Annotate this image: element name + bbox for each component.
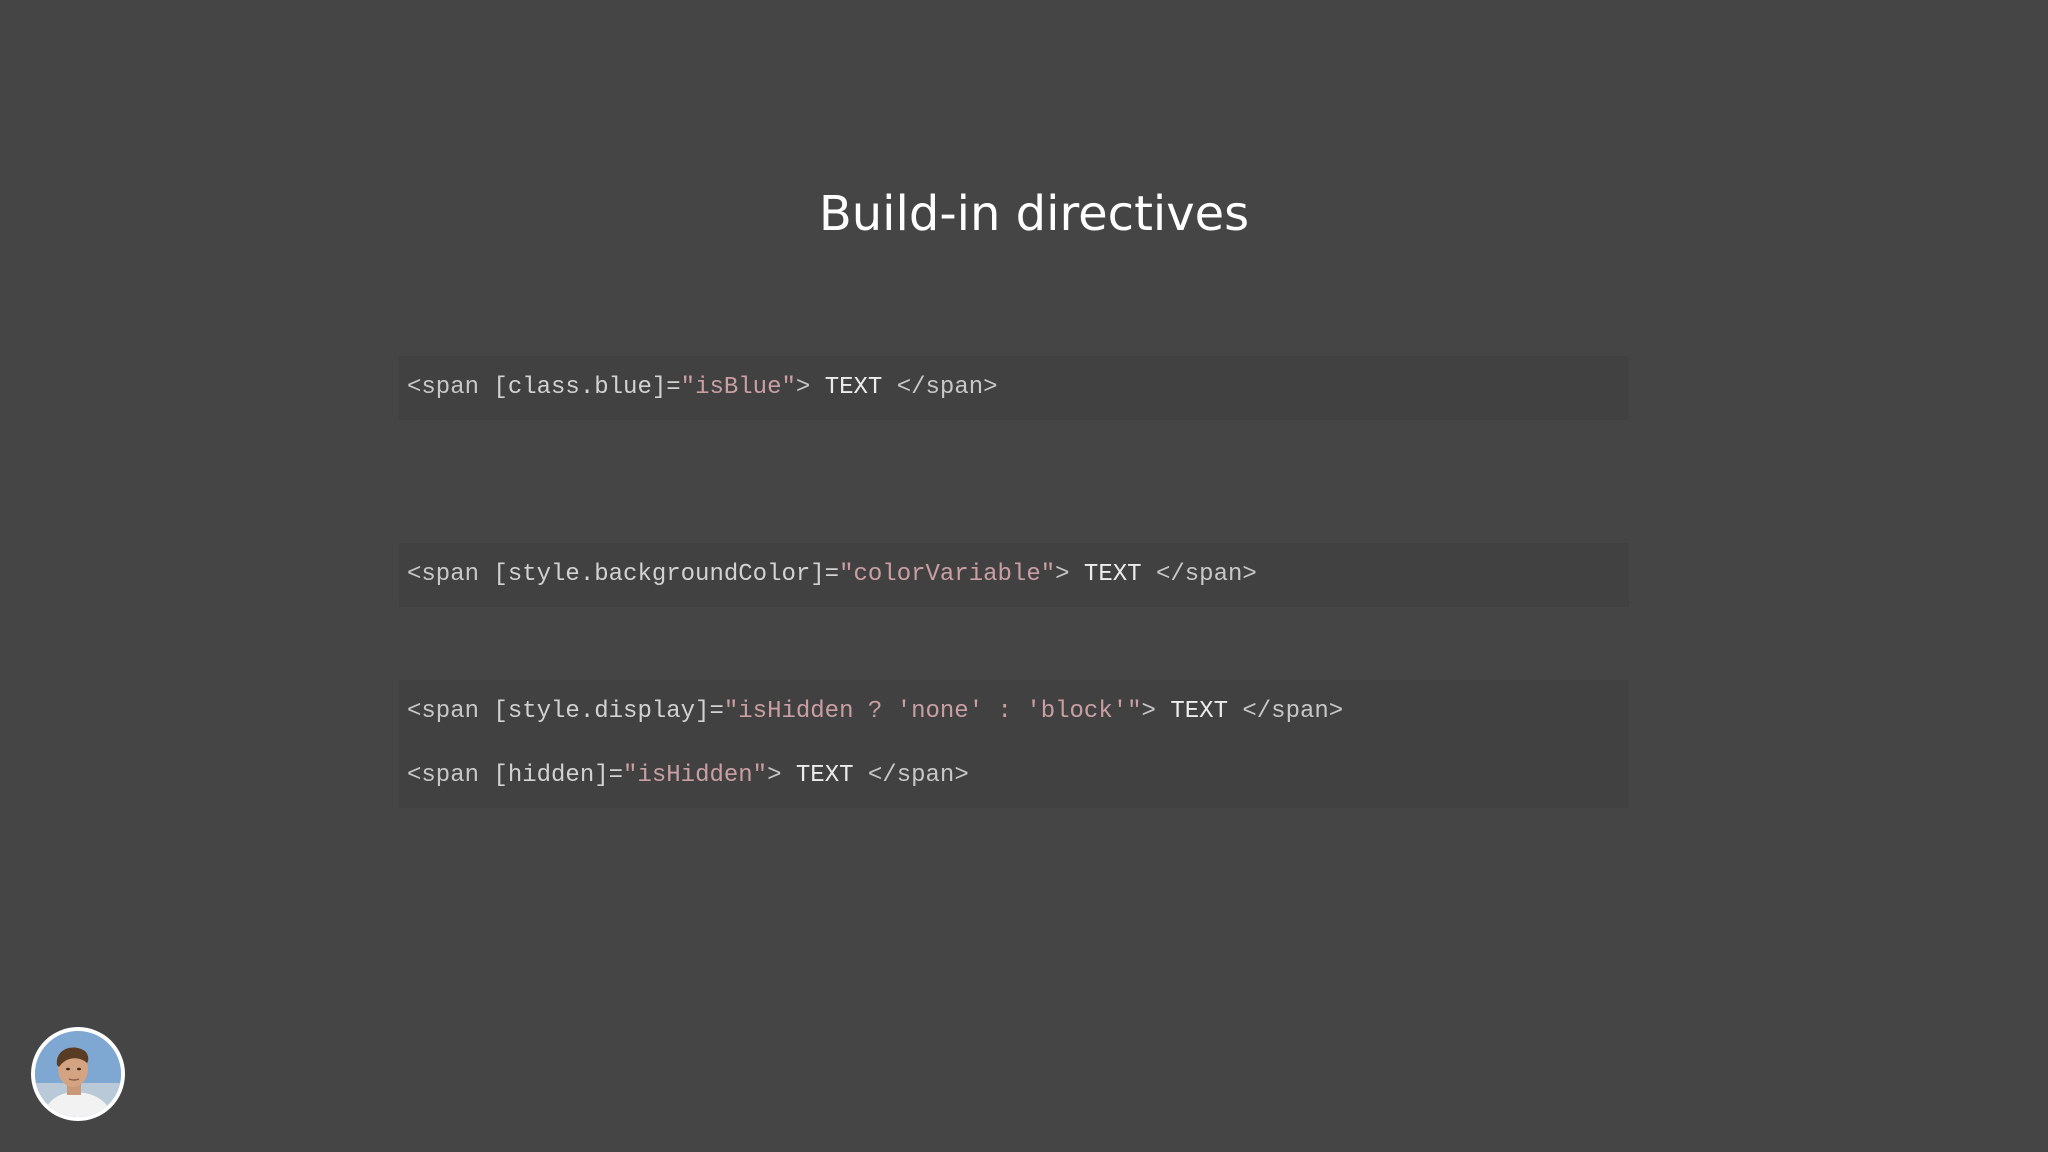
code-binding: [hidden]= xyxy=(479,762,624,789)
code-line: <span [hidden]="isHidden"> TEXT </span> xyxy=(407,744,1629,808)
code-line: <span [class.blue]="isBlue"> TEXT </span… xyxy=(407,356,1629,420)
code-end-tag: </span> xyxy=(896,374,998,401)
slide: Build-in directives <span [class.blue]="… xyxy=(0,0,2048,1152)
code-block-class-binding: <span [class.blue]="isBlue"> TEXT </span… xyxy=(399,356,1629,420)
code-line: <span [style.backgroundColor]="colorVari… xyxy=(407,543,1629,607)
slide-title: Build-in directives xyxy=(818,186,1250,242)
code-text: TEXT xyxy=(1069,561,1156,588)
code-expression: colorVariable xyxy=(853,561,1041,588)
presenter-avatar[interactable] xyxy=(31,1027,125,1121)
code-text: TEXT xyxy=(810,374,897,401)
code-close-bracket: > xyxy=(795,374,811,401)
code-quote: " xyxy=(623,762,638,789)
code-text: TEXT xyxy=(781,762,868,789)
code-quote: " xyxy=(839,561,854,588)
code-open-tag: <span xyxy=(407,762,480,789)
code-quote: " xyxy=(680,374,696,401)
code-quote: " xyxy=(1040,561,1056,588)
code-block-style-binding: <span [style.backgroundColor]="colorVari… xyxy=(399,543,1629,607)
code-end-tag: </span> xyxy=(867,762,969,789)
code-block-hidden-binding: <span [style.display]="isHidden ? 'none'… xyxy=(399,680,1629,808)
code-binding: [class.blue]= xyxy=(479,374,681,401)
code-close-bracket: > xyxy=(1141,698,1156,725)
code-text: TEXT xyxy=(1155,698,1243,725)
code-expression: isHidden ? 'none' : 'block' xyxy=(738,698,1128,725)
code-close-bracket: > xyxy=(1055,561,1070,588)
code-binding: [style.backgroundColor]= xyxy=(479,561,840,588)
code-expression: isBlue xyxy=(695,374,782,401)
presenter-photo-icon xyxy=(35,1031,121,1117)
code-binding: [style.display]= xyxy=(479,698,724,725)
code-end-tag: </span> xyxy=(1155,561,1257,588)
code-open-tag: <span xyxy=(407,374,480,401)
code-quote: " xyxy=(752,762,768,789)
code-line: <span [style.display]="isHidden ? 'none'… xyxy=(407,680,1629,744)
code-close-bracket: > xyxy=(767,762,782,789)
code-quote: " xyxy=(1127,698,1142,725)
code-quote: " xyxy=(781,374,796,401)
code-quote: " xyxy=(723,698,739,725)
code-open-tag: <span xyxy=(407,561,480,588)
code-open-tag: <span xyxy=(407,698,480,725)
code-end-tag: </span> xyxy=(1242,698,1344,725)
code-expression: isHidden xyxy=(637,762,753,789)
